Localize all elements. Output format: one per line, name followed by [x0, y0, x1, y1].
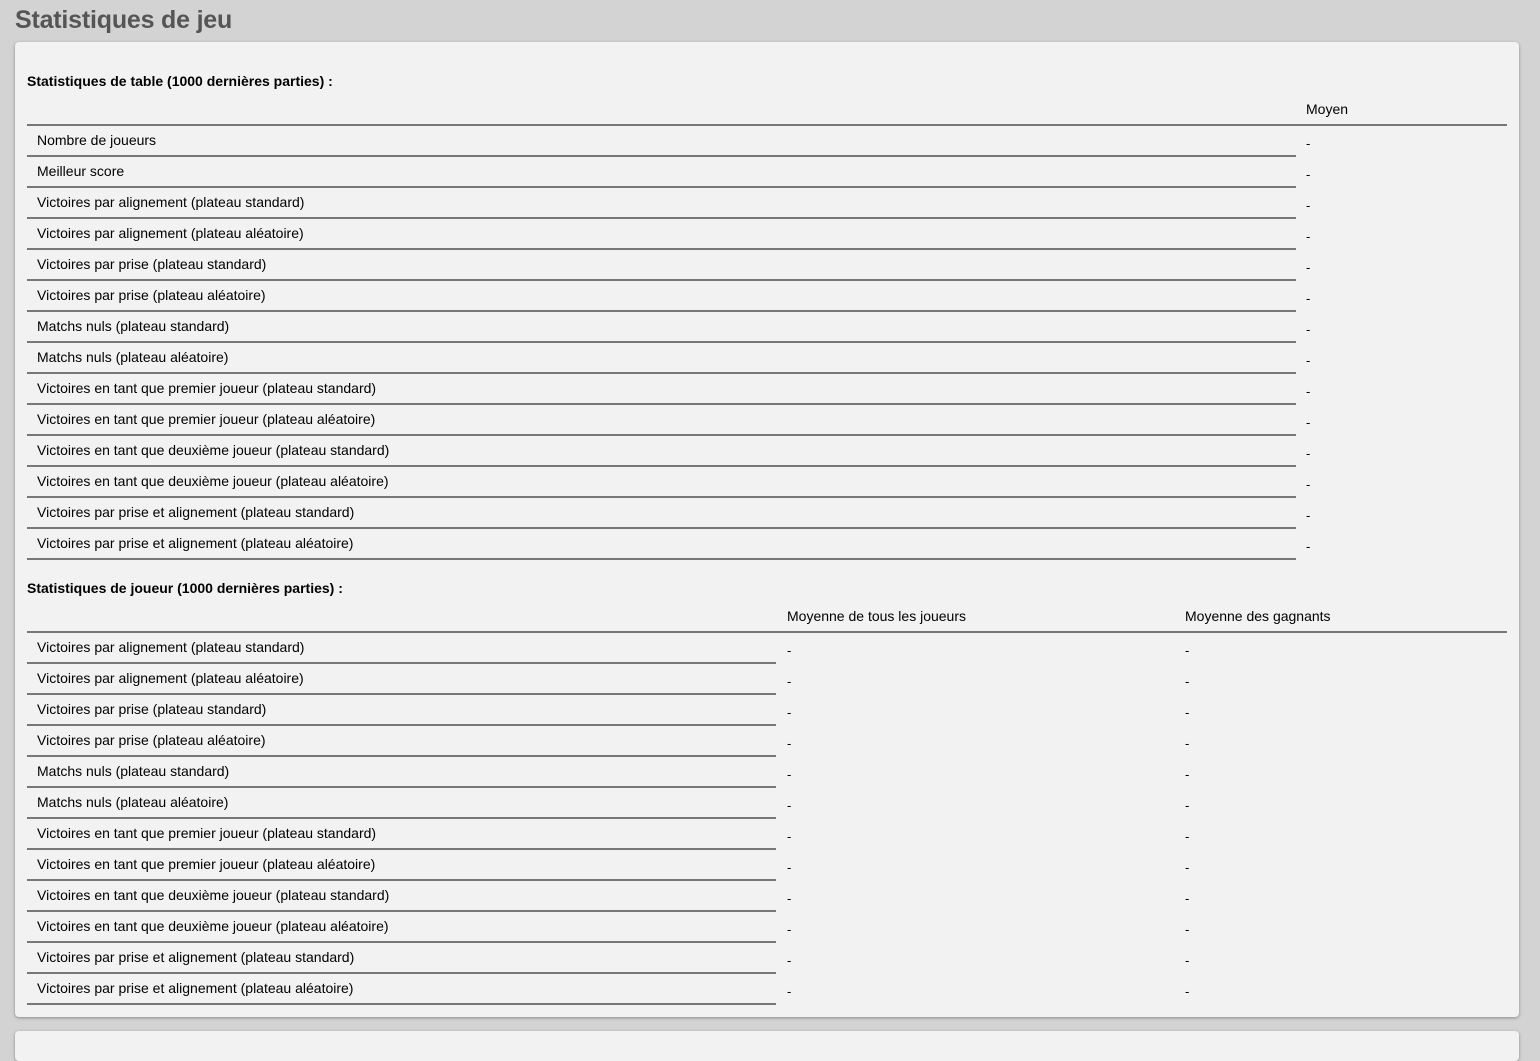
- table-stats-title: Statistiques de table (1000 dernières pa…: [27, 73, 333, 89]
- row-label: Victoires par alignement (plateau aléato…: [27, 219, 1296, 250]
- table-stat-average: -: [1306, 167, 1311, 182]
- row-label: Victoires par alignement (plateau standa…: [27, 188, 1296, 219]
- row-label: Victoires en tant que deuxième joueur (p…: [27, 912, 776, 943]
- player-stat-average-all: -: [787, 922, 792, 937]
- row-label: Matchs nuls (plateau standard): [27, 312, 1296, 343]
- table-stat-average: -: [1306, 539, 1311, 554]
- table-stat-average: -: [1306, 384, 1311, 399]
- table-stat-average: -: [1306, 415, 1311, 430]
- player-stat-average-all: -: [787, 953, 792, 968]
- player-stat-average-all: -: [787, 643, 792, 658]
- table-stat-average: -: [1306, 353, 1311, 368]
- row-label: Victoires par prise et alignement (plate…: [27, 529, 1296, 560]
- player-stat-average-all: -: [787, 705, 792, 720]
- player-stat-average-winners: -: [1185, 736, 1190, 751]
- player-stat-average-winners: -: [1185, 705, 1190, 720]
- row-label: Victoires en tant que premier joueur (pl…: [27, 374, 1296, 405]
- row-label: Victoires par prise (plateau aléatoire): [27, 281, 1296, 312]
- row-label: Victoires par prise (plateau aléatoire): [27, 726, 776, 757]
- player-stat-average-all: -: [787, 736, 792, 751]
- page-title: Statistiques de jeu: [15, 6, 233, 34]
- player-stat-average-all: -: [787, 984, 792, 999]
- player-stat-average-winners: -: [1185, 643, 1190, 658]
- player-stat-average-winners: -: [1185, 953, 1190, 968]
- table-stat-average: -: [1306, 198, 1311, 213]
- player-stat-average-winners: -: [1185, 829, 1190, 844]
- row-label: Victoires en tant que deuxième joueur (p…: [27, 467, 1296, 498]
- player-stat-average-all: -: [787, 674, 792, 689]
- player-stat-average-winners: -: [1185, 891, 1190, 906]
- table-stats-column-header: Moyen: [1306, 101, 1349, 117]
- row-label: Victoires en tant que premier joueur (pl…: [27, 819, 776, 850]
- row-label: Victoires par prise et alignement (plate…: [27, 974, 776, 1005]
- row-label: Victoires en tant que deuxième joueur (p…: [27, 436, 1296, 467]
- row-label: Victoires en tant que premier joueur (pl…: [27, 850, 776, 881]
- table-stat-average: -: [1306, 477, 1311, 492]
- player-stats-title: Statistiques de joueur (1000 dernières p…: [27, 580, 343, 596]
- player-stat-average-winners: -: [1185, 922, 1190, 937]
- player-stat-average-all: -: [787, 891, 792, 906]
- player-stats-column-header-winners: Moyenne des gagnants: [1185, 608, 1331, 624]
- player-stat-average-winners: -: [1185, 860, 1190, 875]
- table-stat-average: -: [1306, 446, 1311, 461]
- table-stat-average: -: [1306, 260, 1311, 275]
- player-stats-column-header-all: Moyenne de tous les joueurs: [787, 608, 966, 624]
- row-label: Victoires par alignement (plateau standa…: [27, 633, 776, 664]
- table-stat-average: -: [1306, 291, 1311, 306]
- player-stat-average-all: -: [787, 798, 792, 813]
- row-label: Victoires en tant que deuxième joueur (p…: [27, 881, 776, 912]
- row-label: Victoires par prise (plateau standard): [27, 250, 1296, 281]
- row-label: Meilleur score: [27, 157, 1296, 188]
- player-stat-average-all: -: [787, 860, 792, 875]
- row-label: Matchs nuls (plateau aléatoire): [27, 788, 776, 819]
- row-label: Victoires en tant que premier joueur (pl…: [27, 405, 1296, 436]
- row-label: Nombre de joueurs: [27, 126, 1296, 157]
- row-label: Victoires par prise (plateau standard): [27, 695, 776, 726]
- row-label: Victoires par prise et alignement (plate…: [27, 498, 1296, 529]
- table-stat-average: -: [1306, 136, 1311, 151]
- player-stat-average-winners: -: [1185, 767, 1190, 782]
- next-panel: [15, 1031, 1519, 1061]
- table-stat-average: -: [1306, 508, 1311, 523]
- player-stat-average-winners: -: [1185, 984, 1190, 999]
- player-stat-average-all: -: [787, 767, 792, 782]
- table-stat-average: -: [1306, 229, 1311, 244]
- table-stat-average: -: [1306, 322, 1311, 337]
- row-label: Victoires par prise et alignement (plate…: [27, 943, 776, 974]
- player-stat-average-all: -: [787, 829, 792, 844]
- stats-panel: Statistiques de table (1000 dernières pa…: [15, 42, 1519, 1017]
- player-stat-average-winners: -: [1185, 798, 1190, 813]
- row-label: Matchs nuls (plateau standard): [27, 757, 776, 788]
- row-label: Matchs nuls (plateau aléatoire): [27, 343, 1296, 374]
- player-stat-average-winners: -: [1185, 674, 1190, 689]
- row-label: Victoires par alignement (plateau aléato…: [27, 664, 776, 695]
